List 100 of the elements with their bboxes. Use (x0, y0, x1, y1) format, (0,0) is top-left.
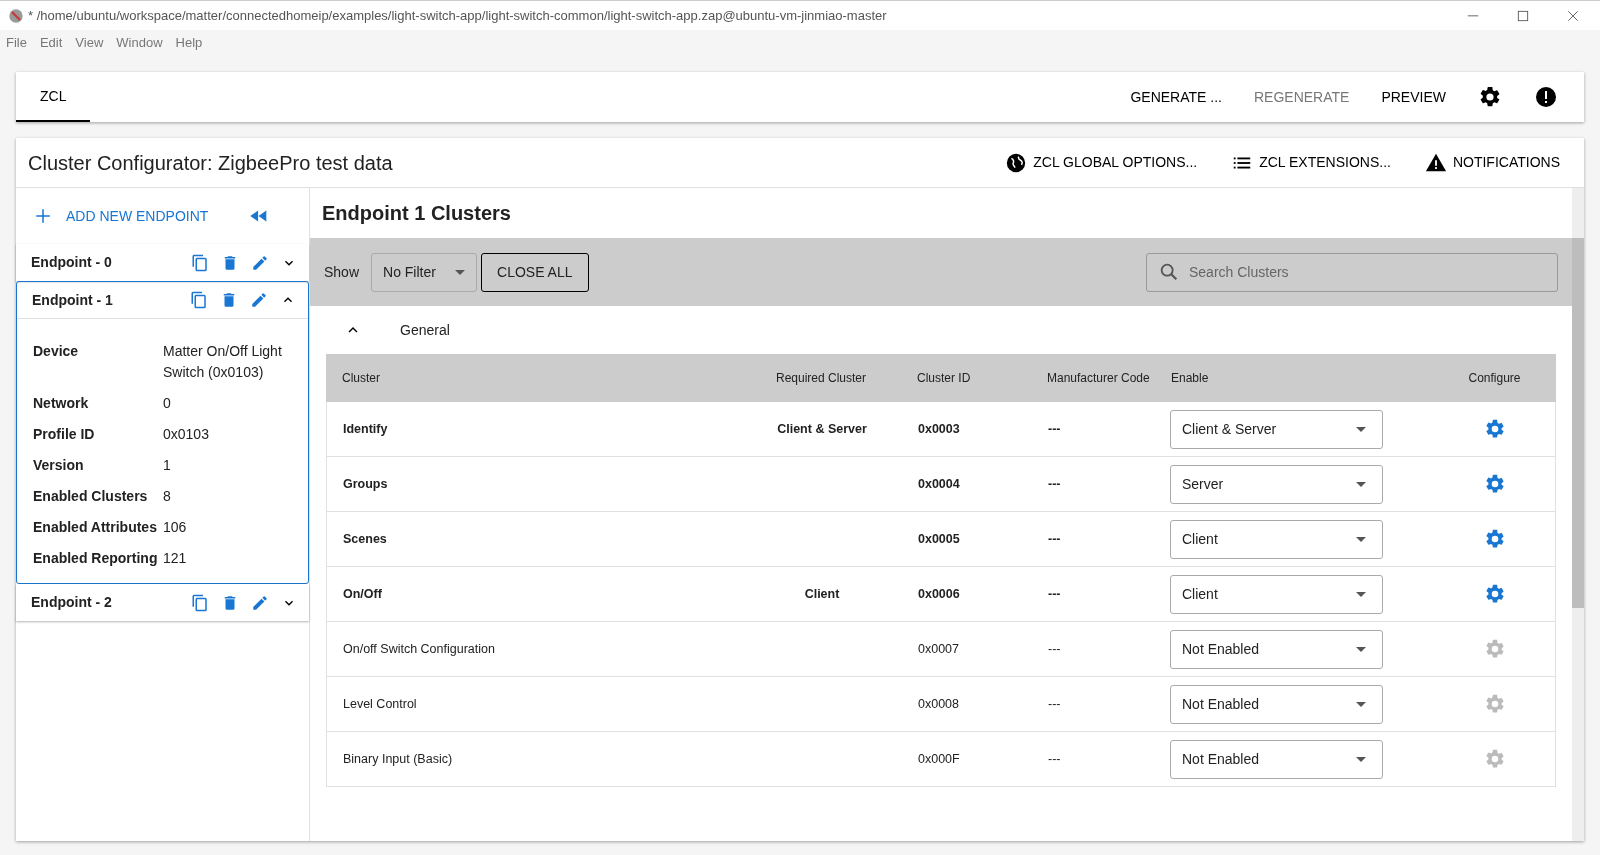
filter-dropdown[interactable]: No Filter (371, 252, 478, 292)
copy-icon[interactable] (190, 291, 208, 309)
filter-label: Show (324, 262, 360, 282)
maximize-icon[interactable] (1516, 8, 1530, 23)
menu-item[interactable]: File (6, 33, 27, 53)
settings-icon[interactable] (1478, 85, 1502, 109)
menu-item[interactable]: Help (175, 33, 203, 53)
dropdown-arrow-icon (1356, 481, 1366, 487)
dropdown-arrow-icon (1356, 646, 1366, 652)
detail-label: Network (33, 394, 90, 413)
plus-icon (34, 207, 52, 225)
search-field[interactable]: Search Clusters (1146, 252, 1558, 292)
enable-dropdown[interactable]: Client (1170, 519, 1383, 559)
copy-icon[interactable] (191, 593, 209, 612)
enable-dropdown[interactable]: Server (1170, 464, 1383, 504)
close-icon[interactable] (1566, 8, 1580, 23)
dropdown-arrow-icon (1356, 591, 1366, 597)
endpoint-name: Endpoint - 2 (31, 593, 113, 612)
table-cell-text: 0x0004 (917, 475, 961, 493)
table-cell-text: Scenes (342, 530, 388, 548)
detail-label: Enabled Reporting (33, 549, 159, 568)
table-row[interactable]: Groups 0x0004 --- Server (326, 457, 1556, 512)
toolbar-button[interactable]: GENERATE ... (1130, 86, 1222, 108)
table-row[interactable]: Scenes 0x0005 --- Client (326, 512, 1556, 567)
enable-dropdown[interactable]: Not Enabled (1170, 739, 1383, 779)
endpoint-card[interactable]: Endpoint - 2 (16, 584, 309, 621)
column-header[interactable]: Manufacturer Code (1035, 369, 1169, 387)
scrollbar-thumb[interactable] (1572, 238, 1584, 608)
table-row[interactable]: Identify Client & Server 0x0003 --- Client & Server (326, 402, 1556, 457)
header-action-button[interactable]: ZCL EXTENSIONS... (1231, 151, 1391, 174)
table-row[interactable]: On/off Switch Configuration 0x0007 --- Not Enabled (326, 622, 1556, 677)
detail-label: Device (33, 342, 80, 361)
header-action-button[interactable]: NOTIFICATIONS (1424, 151, 1560, 174)
close-all-button[interactable]: CLOSE ALL (481, 252, 589, 292)
detail-value: 1 (163, 456, 172, 475)
detail-label: Enabled Clusters (33, 487, 149, 506)
table-row[interactable]: Binary Input (Basic) 0x000F --- Not Enabled (326, 732, 1556, 787)
table-cell-text: 0x000F (917, 750, 961, 768)
detail-value: 121 (163, 549, 188, 568)
table-row[interactable]: On/Off Client 0x0006 --- Client (326, 567, 1556, 622)
table-cell-text: --- (1047, 695, 1062, 713)
add-endpoint-button[interactable]: ADD NEW ENDPOINT (34, 205, 209, 227)
endpoint-card[interactable]: Endpoint - 0 (16, 244, 309, 281)
enable-dropdown[interactable]: Not Enabled (1170, 684, 1383, 724)
globe-icon (1005, 151, 1028, 174)
table-cell-text: 0x0007 (917, 640, 960, 658)
page-title: Cluster Configurator: ZigbeePro test data (28, 150, 393, 176)
enable-dropdown[interactable]: Client (1170, 574, 1383, 614)
tab[interactable]: ZCL (16, 72, 91, 122)
group-name: General (400, 320, 450, 340)
dropdown-arrow-icon (1356, 701, 1366, 707)
column-header[interactable]: Cluster ID (911, 369, 1035, 387)
alert-icon[interactable] (1534, 85, 1558, 109)
table-cell-text: Client (803, 585, 841, 603)
table-row[interactable]: Level Control 0x0008 --- Not Enabled (326, 677, 1556, 732)
dropdown-arrow-icon (1356, 756, 1366, 762)
edit-icon[interactable] (251, 593, 269, 612)
app-icon (8, 7, 24, 24)
enable-dropdown[interactable]: Client & Server (1170, 409, 1383, 449)
table-cell-text: On/off Switch Configuration (342, 640, 496, 658)
table-cell-text: --- (1047, 530, 1062, 548)
endpoint-name: Endpoint - 0 (31, 253, 113, 272)
table-cell-text: Groups (342, 475, 389, 493)
column-header[interactable]: Cluster (326, 369, 731, 387)
edit-icon[interactable] (250, 291, 268, 309)
table-cell-text: --- (1047, 585, 1062, 603)
detail-value: 0x0103 (163, 425, 210, 444)
detail-label: Enabled Attributes (33, 518, 158, 537)
table-cell-text: On/Off (342, 585, 383, 603)
window-title: * /home/ubuntu/workspace/matter/connectedhomeip/examples/light-switch-app/light-switch-common/light-switch-app.zap@ubuntu-vm-jinmiao-master (28, 6, 887, 25)
column-header[interactable]: Configure (1433, 369, 1556, 387)
menu-item[interactable]: Edit (39, 33, 63, 53)
detail-value: 8 (163, 487, 172, 506)
dropdown-arrow-icon (455, 269, 466, 275)
detail-label: Profile ID (33, 425, 96, 444)
table-cell-text: 0x0008 (917, 695, 960, 713)
table-cell-text: 0x0003 (917, 420, 961, 438)
menu-item[interactable]: Window (116, 33, 163, 53)
detail-value: 106 (163, 518, 188, 537)
enable-dropdown[interactable]: Not Enabled (1170, 629, 1383, 669)
endpoint-name: Endpoint - 1 (32, 290, 114, 310)
copy-icon[interactable] (191, 253, 209, 272)
table-cell-text: Identify (342, 420, 389, 438)
endpoint-card[interactable]: Endpoint - 1 Device Matter On/Off Light Switch (0x0103) Network 0 Profile ID 0x0103 Version 1 Enabled Clusters 8 Enabled Attributes 106 Enabled Reporting 121 (16, 281, 309, 584)
edit-icon[interactable] (251, 253, 269, 272)
column-header[interactable]: Enable (1169, 369, 1433, 387)
table-cell-text: 0x0005 (917, 530, 961, 548)
detail-label: Version (33, 456, 85, 475)
table-cell-text: --- (1047, 475, 1062, 493)
menu-item[interactable]: View (75, 33, 104, 53)
column-header[interactable]: Required Cluster (731, 369, 911, 387)
table-cell-text: Level Control (342, 695, 418, 713)
table-cell-text: --- (1047, 640, 1062, 658)
table-cell-text: --- (1047, 750, 1062, 768)
table-cell-text: 0x0006 (917, 585, 961, 603)
header-action-button[interactable]: ZCL GLOBAL OPTIONS... (1005, 151, 1198, 174)
detail-value: Matter On/Off Light Switch (0x0103) (163, 342, 283, 382)
toolbar-button[interactable]: PREVIEW (1381, 86, 1446, 108)
dropdown-arrow-icon (1356, 536, 1366, 542)
dropdown-arrow-icon (1356, 426, 1366, 432)
